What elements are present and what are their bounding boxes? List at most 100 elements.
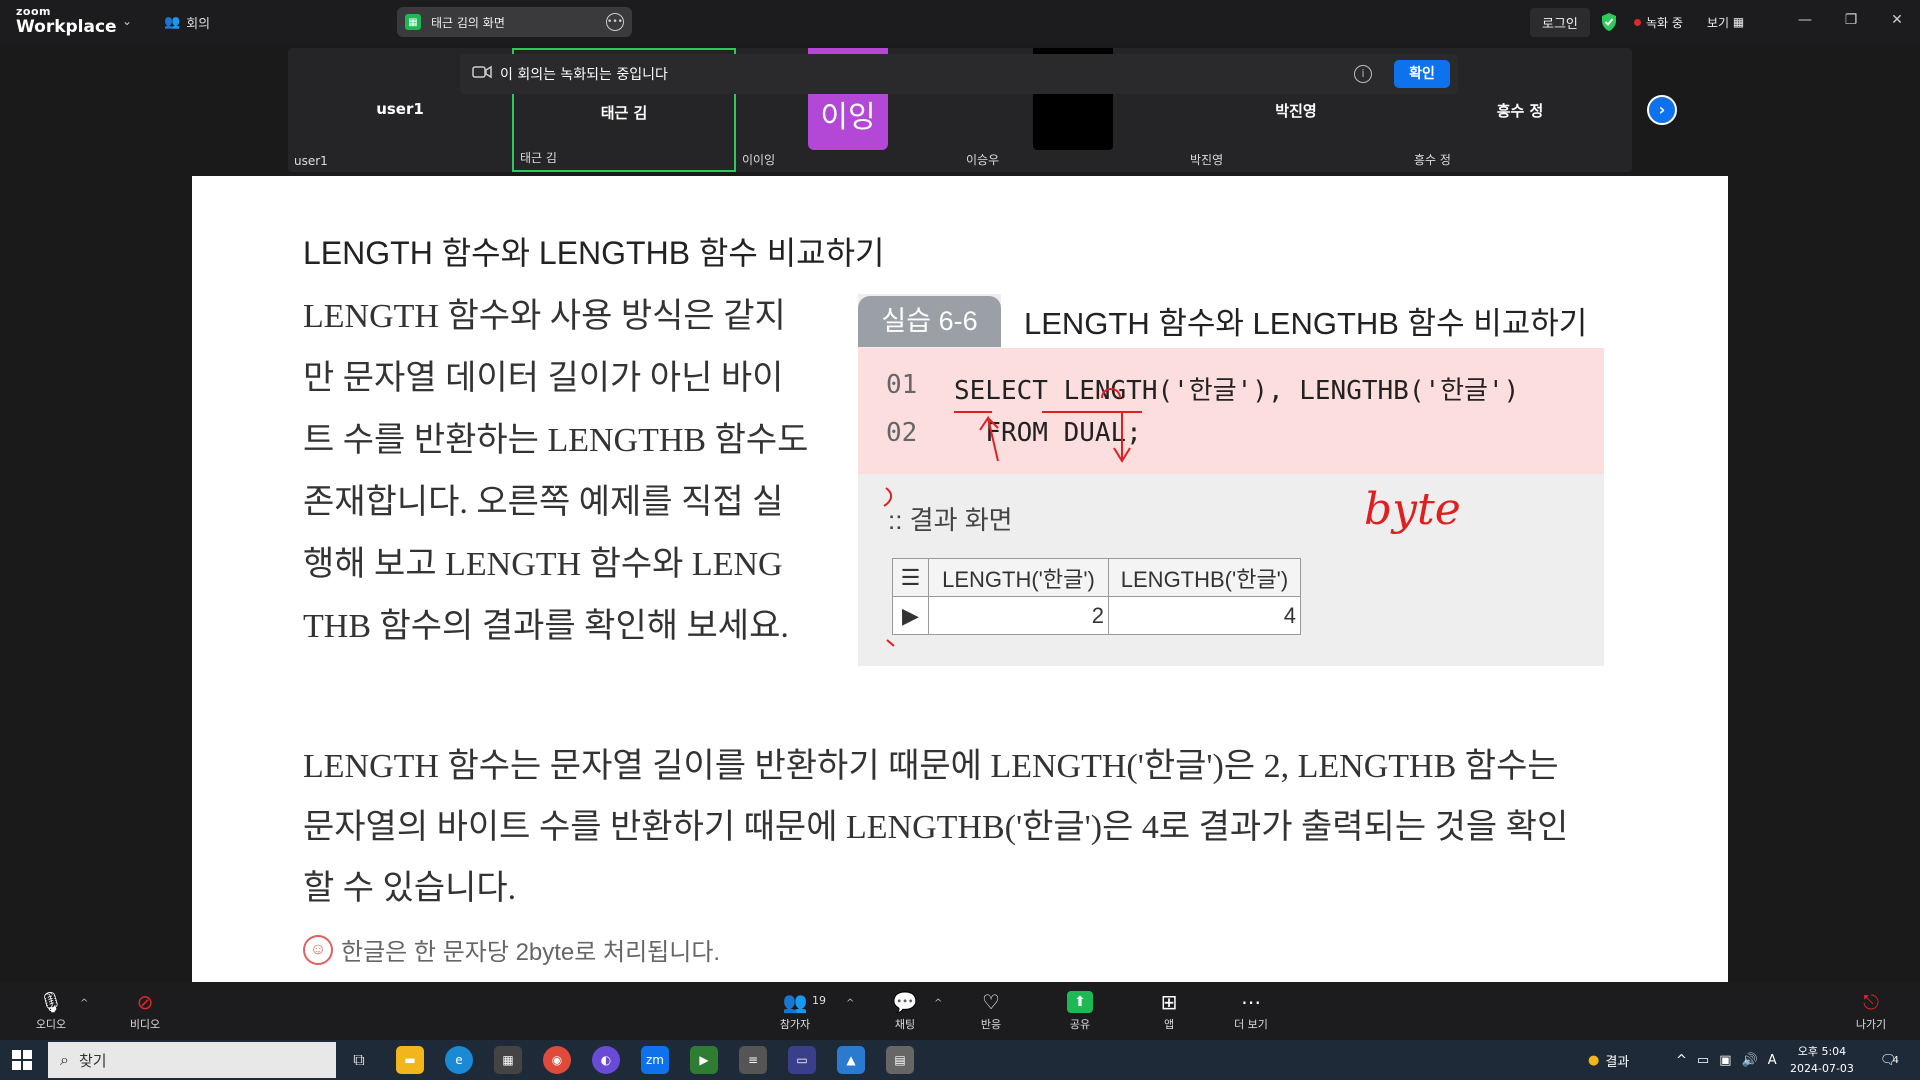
leave-icon: ⎋ xyxy=(1863,990,1879,1014)
discord-icon[interactable]: ◐ xyxy=(592,1046,620,1074)
para-line: 만 문자열 데이터 길이가 아닌 바이 xyxy=(303,360,784,397)
app-icon[interactable]: ▭ xyxy=(788,1046,816,1074)
network-icon[interactable]: ▭ xyxy=(1697,1053,1709,1068)
task-view-icon[interactable]: ⧉ xyxy=(345,1046,373,1074)
weather-label: 결과 xyxy=(1605,1054,1630,1070)
chevron-down-icon[interactable]: ⌄ xyxy=(122,14,132,28)
video-button[interactable]: ⊘ 비디오 xyxy=(110,988,180,1032)
confirm-button[interactable]: 확인 xyxy=(1394,60,1450,88)
logo-small-text: zoom xyxy=(16,5,51,18)
weather-widget[interactable]: ● 결과 xyxy=(1588,1040,1629,1080)
share-arrow-icon: ⬆ xyxy=(1067,991,1093,1013)
table-header-row: ☰ LENGTH('한글') LENGTHB('한글') xyxy=(892,558,1301,597)
file-explorer-icon[interactable]: ▬ xyxy=(396,1046,424,1074)
audio-label: 오디오 xyxy=(35,1018,67,1031)
logo-big-text: Workplace xyxy=(16,17,117,37)
recording-indicator[interactable]: 녹화 중 xyxy=(1634,0,1683,44)
screen-share-indicator[interactable]: ▦ 태근 김의 화면 ••• xyxy=(397,7,632,37)
participant-label: 태근 김 xyxy=(520,151,557,165)
next-page-button[interactable]: › xyxy=(1647,95,1677,125)
chat-icon: 💬 xyxy=(892,990,918,1014)
para-line: LENGTH 함수와 사용 방식은 같지 xyxy=(303,298,786,335)
video-off-icon: ⊘ xyxy=(136,990,154,1014)
windows-start-icon[interactable] xyxy=(12,1050,32,1070)
login-label: 로그인 xyxy=(1530,7,1590,37)
taskbar-search[interactable]: ⌕ 찾기 xyxy=(48,1042,336,1078)
display-icon[interactable]: ▣ xyxy=(1719,1053,1731,1068)
reactions-button[interactable]: ♡ 반응 xyxy=(956,988,1026,1032)
calculator-icon[interactable]: ▤ xyxy=(886,1046,914,1074)
tip-note: ☺ 한글은 한 문자당 2byte로 처리됩니다. xyxy=(303,932,720,967)
participants-options-chevron-icon[interactable]: ^ xyxy=(846,998,854,1009)
share-title: 태근 김의 화면 xyxy=(431,15,505,30)
camera-icon xyxy=(472,65,492,83)
share-icon: ▦ xyxy=(405,14,421,30)
participant-name: user1 xyxy=(376,100,424,118)
banner-text: 이 회의는 녹화되는 중입니다 xyxy=(500,67,668,83)
chat-button[interactable]: 💬 채팅 xyxy=(870,988,940,1032)
system-tray: ^ ▭ ▣ 🔊 A xyxy=(1676,1040,1777,1080)
view-label: 보기 xyxy=(1707,15,1730,30)
clock-date: 2024-07-03 xyxy=(1790,1062,1854,1075)
more-icon: ⋯ xyxy=(1241,990,1261,1014)
chrome-icon[interactable]: ◉ xyxy=(543,1046,571,1074)
restore-icon[interactable]: ❐ xyxy=(1828,0,1874,40)
volume-icon[interactable]: 🔊 xyxy=(1742,1053,1758,1068)
participant-name: 박진영 xyxy=(1275,102,1317,120)
share-label: 공유 xyxy=(1069,1018,1091,1031)
result-label: :: 결과 화면 xyxy=(888,505,1013,535)
row-pointer-icon: ▶ xyxy=(892,596,929,635)
security-shield-icon[interactable] xyxy=(1600,0,1618,44)
chat-options-chevron-icon[interactable]: ^ xyxy=(934,998,942,1009)
code-line: SELECT LENGTH('한글'), LENGTHB('한글') xyxy=(954,376,1520,406)
media-app-icon[interactable]: ▶ xyxy=(690,1046,718,1074)
login-button[interactable]: 로그인 xyxy=(1530,0,1590,44)
zoom-app-icon[interactable]: zm xyxy=(641,1046,669,1074)
more-button[interactable]: ⋯ 더 보기 xyxy=(1216,988,1286,1032)
audio-button[interactable]: 🎙 오디오 xyxy=(16,988,86,1032)
audio-options-chevron-icon[interactable]: ^ xyxy=(80,998,88,1009)
apps-label: 앱 xyxy=(1163,1018,1175,1031)
participant-label: 이이잉 xyxy=(742,153,776,167)
reactions-label: 반응 xyxy=(980,1018,1002,1031)
view-button[interactable]: 보기 ▦ xyxy=(1707,0,1744,44)
para-line: 행해 보고 LENGTH 함수와 LENG xyxy=(303,546,783,583)
notification-button[interactable]: 🗨 4 xyxy=(1880,1040,1899,1080)
close-icon[interactable]: ✕ xyxy=(1874,0,1920,40)
apps-button[interactable]: ⊞ 앱 xyxy=(1134,988,1204,1032)
clock[interactable]: 오후 5:04 2024-07-03 xyxy=(1790,1043,1854,1077)
participant-label: 박진영 xyxy=(1190,153,1224,167)
video-label: 비디오 xyxy=(129,1018,161,1031)
chevron-up-icon[interactable]: ^ xyxy=(1676,1053,1687,1068)
participants-label: 참가자 xyxy=(779,1018,811,1031)
store-icon[interactable]: ▦ xyxy=(494,1046,522,1074)
participant-label: 이승우 xyxy=(966,153,1000,167)
para-line: 할 수 있습니다. xyxy=(303,870,517,907)
participant-label: user1 xyxy=(294,154,328,168)
notepad-icon[interactable]: ≡ xyxy=(739,1046,767,1074)
info-icon[interactable]: i xyxy=(1354,65,1372,83)
slide-paragraph-2: LENGTH 함수는 문자열 길이를 반환하기 때문에 LENGTH('한글')… xyxy=(303,736,1623,919)
lab-title: LENGTH 함수와 LENGTHB 함수 비교하기 xyxy=(1024,298,1588,343)
microphone-icon: 🎙 xyxy=(38,990,64,1014)
participant-count: 19 xyxy=(812,994,826,1007)
participant-name: 흥수 정 xyxy=(1496,102,1544,120)
column-header: LENGTH('한글') xyxy=(928,558,1109,597)
edge-browser-icon[interactable]: e xyxy=(445,1046,473,1074)
participant-name: 태근 김 xyxy=(600,104,648,122)
record-dot-icon xyxy=(1634,18,1641,26)
zoom-logo[interactable]: zoom Workplace xyxy=(16,6,117,36)
meeting-menu-button[interactable]: 👥 회의 xyxy=(164,13,210,32)
ime-indicator[interactable]: A xyxy=(1768,1053,1777,1068)
share-screen-button[interactable]: ⬆ 공유 xyxy=(1045,988,1115,1032)
more-label: 더 보기 xyxy=(1234,1018,1268,1031)
result-table: ☰ LENGTH('한글') LENGTHB('한글') ▶ 2 4 xyxy=(892,558,1301,635)
leave-button[interactable]: ⎋ 나가기 xyxy=(1836,988,1906,1032)
more-options-icon[interactable]: ••• xyxy=(606,13,624,31)
chevron-right-icon: › xyxy=(1658,100,1666,119)
minimize-icon[interactable]: — xyxy=(1782,0,1828,40)
table-menu-icon: ☰ xyxy=(892,558,929,597)
line-number: 02 xyxy=(886,418,918,448)
photos-icon[interactable]: ▲ xyxy=(837,1046,865,1074)
line-number: 01 xyxy=(886,370,918,400)
